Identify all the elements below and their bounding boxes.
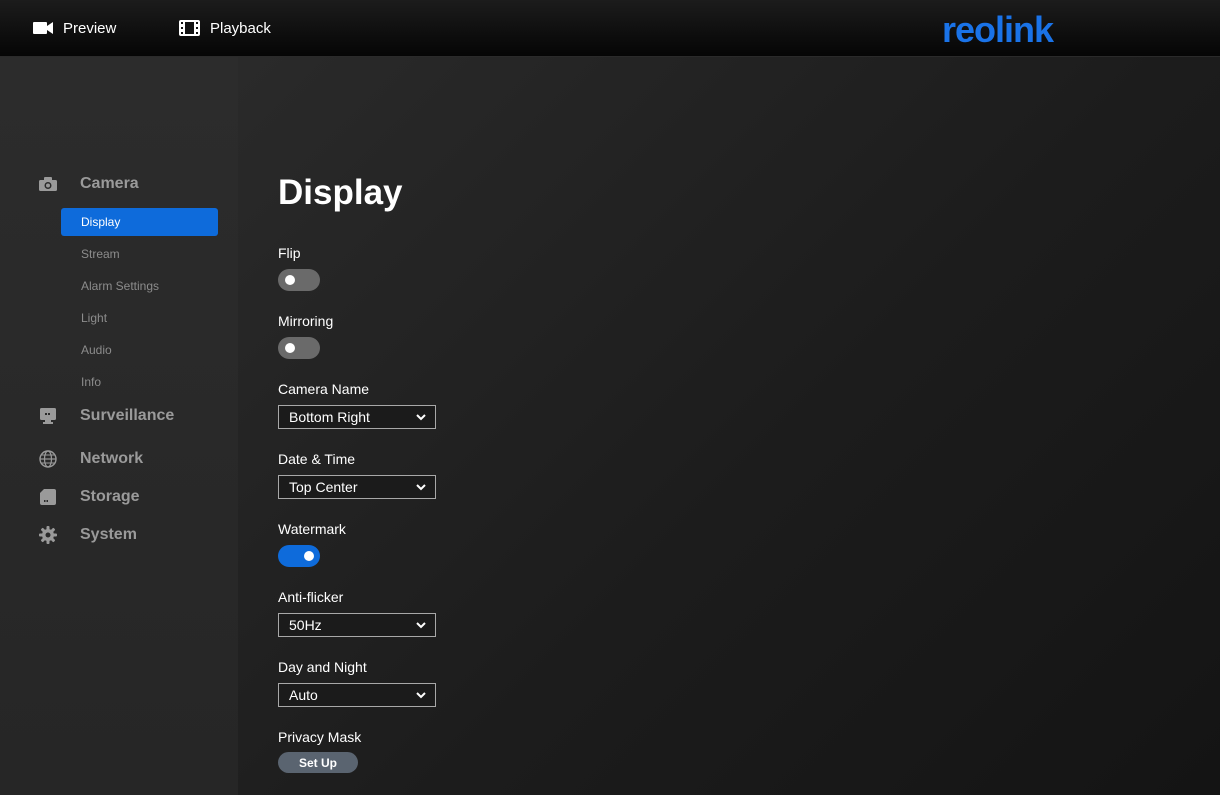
top-bar: Preview Playback reolink — [0, 0, 1220, 57]
day-night-label: Day and Night — [278, 659, 367, 675]
preview-button[interactable]: Preview — [33, 17, 116, 39]
sidebar-section-label: Network — [80, 450, 144, 467]
flip-label: Flip — [278, 245, 301, 261]
sidebar-item-label: Info — [81, 375, 102, 389]
film-icon — [179, 20, 200, 36]
camera-name-label: Camera Name — [278, 381, 370, 397]
date-time-label: Date & Time — [278, 451, 356, 467]
select-value: Top Center — [289, 479, 358, 495]
toggle-knob — [304, 551, 314, 561]
mirroring-label: Mirroring — [278, 313, 334, 329]
page-title: Display — [278, 173, 403, 212]
preview-label: Preview — [63, 19, 117, 37]
day-night-select[interactable]: Auto — [278, 683, 436, 707]
sidebar-item-label: Stream — [81, 247, 120, 261]
sidebar-item-display[interactable]: Display — [61, 208, 218, 236]
main-panel: Display Flip Mirroring Camera Name Botto… — [238, 57, 1220, 795]
gear-icon — [38, 525, 58, 545]
sidebar-section-label: Storage — [80, 488, 140, 505]
sidebar-section-network[interactable]: Network — [38, 447, 143, 471]
sidebar-section-label: System — [80, 526, 137, 543]
sidebar: Camera Display Stream Alarm Settings Lig… — [0, 57, 238, 795]
monitor-icon — [38, 406, 58, 426]
chevron-down-icon — [416, 414, 426, 421]
sidebar-section-surveillance[interactable]: Surveillance — [38, 404, 174, 428]
setup-button-label: Set Up — [298, 755, 337, 770]
flip-toggle[interactable] — [278, 269, 320, 291]
toggle-knob — [285, 343, 295, 353]
camera-name-select[interactable]: Bottom Right — [278, 405, 436, 429]
sidebar-section-label: Camera — [80, 175, 139, 192]
logo-text: reolink — [942, 10, 1055, 48]
sd-card-icon — [38, 487, 58, 507]
reolink-logo: reolink — [940, 9, 1070, 53]
select-value: Bottom Right — [289, 409, 370, 425]
mirroring-toggle[interactable] — [278, 337, 320, 359]
privacy-mask-setup-button[interactable]: Set Up — [278, 752, 358, 773]
chevron-down-icon — [416, 622, 426, 629]
sidebar-item-audio[interactable]: Audio — [61, 336, 218, 364]
sidebar-section-storage[interactable]: Storage — [38, 485, 140, 509]
chevron-down-icon — [416, 692, 426, 699]
sidebar-section-camera[interactable]: Camera — [38, 172, 139, 196]
sidebar-item-light[interactable]: Light — [61, 304, 218, 332]
playback-label: Playback — [210, 19, 271, 37]
chevron-down-icon — [416, 484, 426, 491]
select-value: Auto — [289, 687, 318, 703]
video-camera-icon — [33, 22, 53, 34]
camera-icon — [38, 174, 58, 194]
playback-button[interactable]: Playback — [179, 17, 271, 39]
sidebar-item-label: Alarm Settings — [81, 279, 160, 293]
toggle-knob — [285, 275, 295, 285]
watermark-label: Watermark — [278, 521, 346, 537]
logo-wordmark: reolink — [942, 9, 1056, 50]
date-time-select[interactable]: Top Center — [278, 475, 436, 499]
sidebar-item-alarm-settings[interactable]: Alarm Settings — [61, 272, 218, 300]
sidebar-section-label: Surveillance — [80, 407, 175, 424]
select-value: 50Hz — [289, 617, 322, 633]
anti-flicker-select[interactable]: 50Hz — [278, 613, 436, 637]
sidebar-section-system[interactable]: System — [38, 523, 137, 547]
sidebar-item-label: Display — [81, 215, 121, 229]
sidebar-item-label: Audio — [81, 343, 112, 357]
sidebar-item-stream[interactable]: Stream — [61, 240, 218, 268]
anti-flicker-label: Anti-flicker — [278, 589, 344, 605]
sidebar-item-info[interactable]: Info — [61, 368, 218, 396]
globe-icon — [38, 449, 58, 469]
watermark-toggle[interactable] — [278, 545, 320, 567]
sidebar-item-label: Light — [81, 311, 108, 325]
privacy-mask-label: Privacy Mask — [278, 729, 362, 745]
